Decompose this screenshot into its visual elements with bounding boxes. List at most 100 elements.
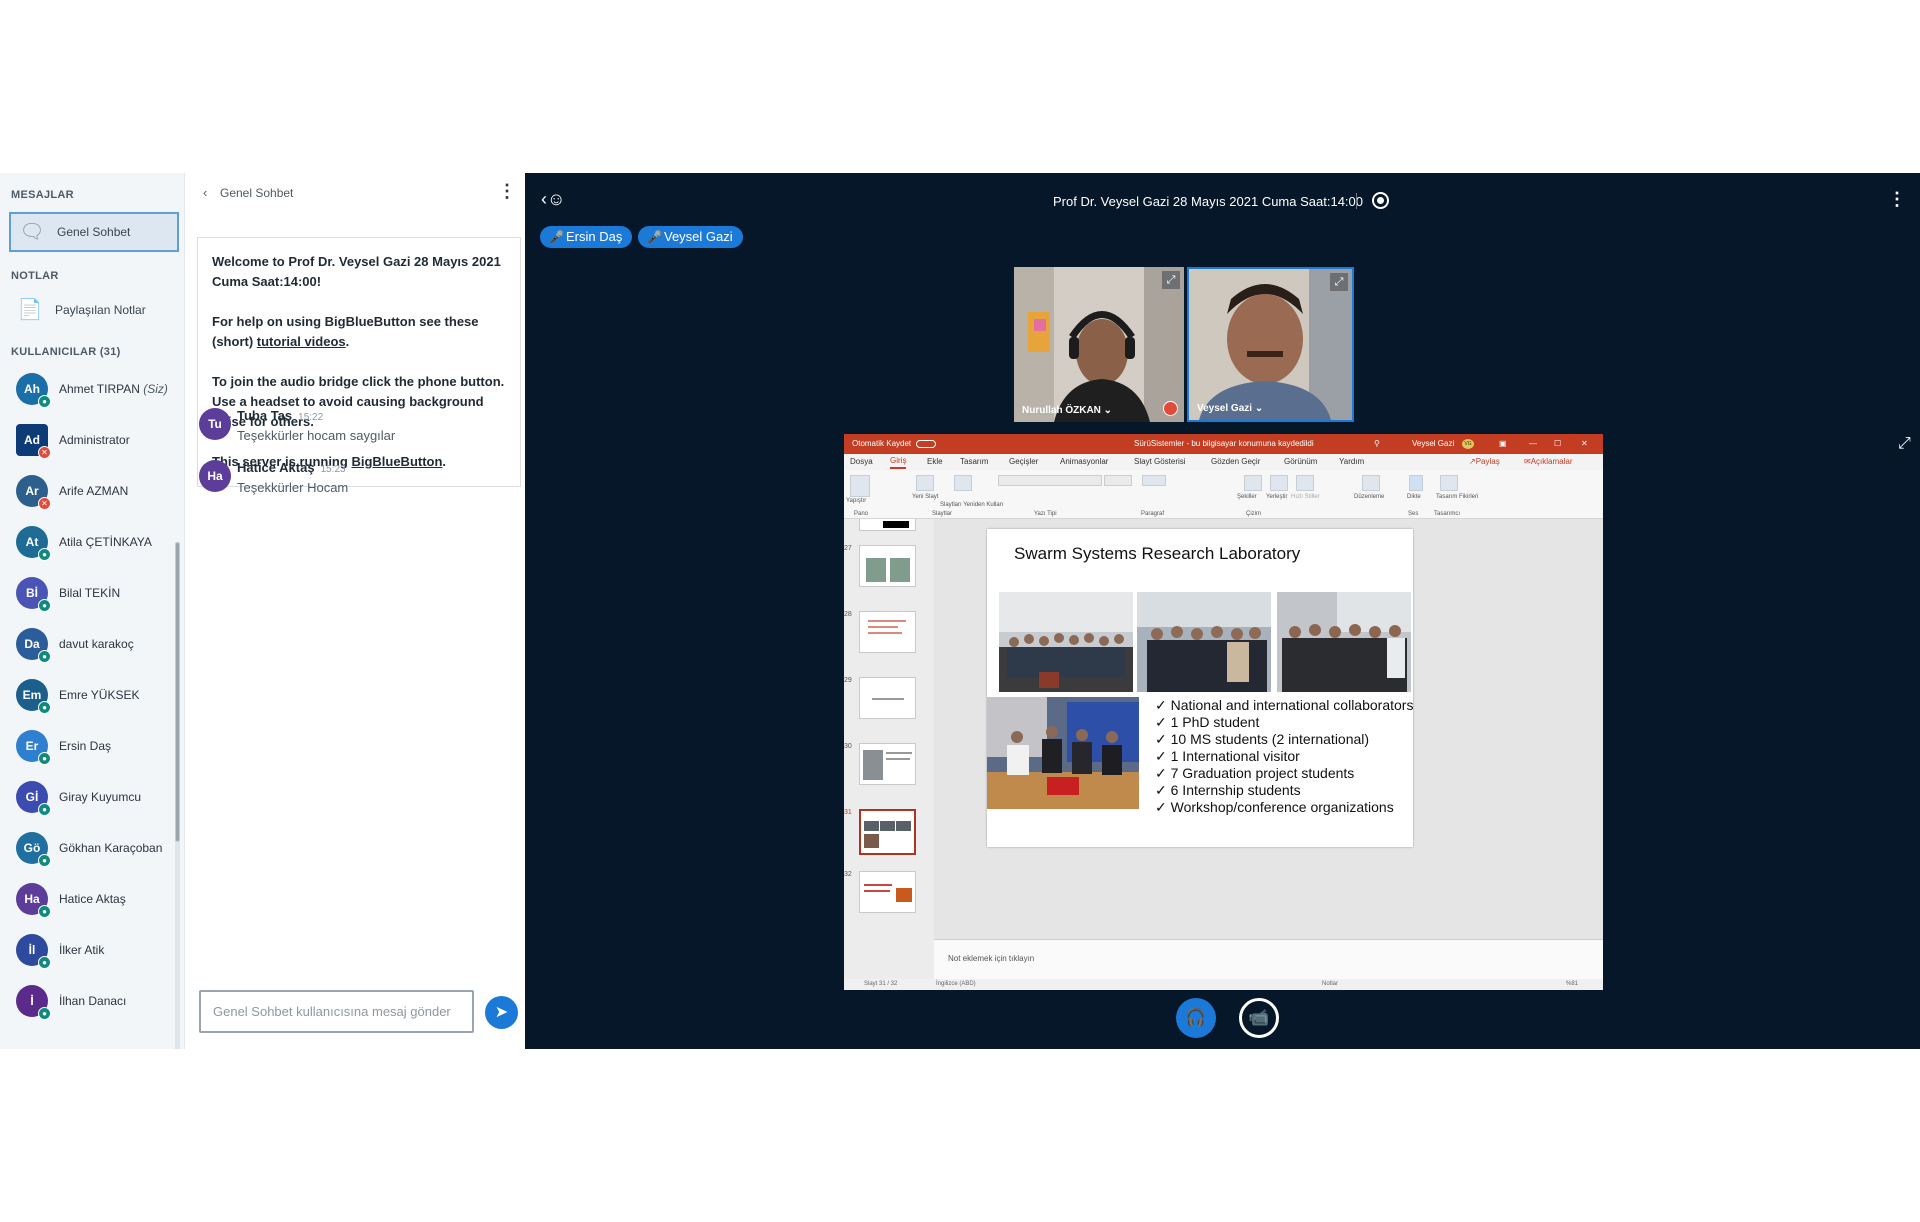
webcam-video[interactable]: ⤢ Nurullah ÖZKAN ⌄ bbox=[1014, 267, 1184, 422]
chat-message: Ha Hatice Aktaş 15:23 Teşekkürler Hocam bbox=[199, 460, 519, 510]
paste-icon[interactable] bbox=[850, 475, 870, 497]
notes-pane[interactable]: Not eklemek için tıklayın bbox=[934, 939, 1603, 980]
ribbon-display-icon[interactable]: ▣ bbox=[1499, 434, 1507, 454]
tutorial-link[interactable]: tutorial videos bbox=[257, 334, 346, 349]
fullscreen-icon[interactable]: ⤢ bbox=[1330, 273, 1348, 291]
comments-button[interactable]: ✉ Açıklamalar bbox=[1524, 454, 1573, 470]
user-list-item[interactable]: Bİ ● Bilal TEKİN bbox=[0, 573, 178, 623]
menu-slayt-gosterisi[interactable]: Slayt Gösterisi bbox=[1134, 454, 1186, 470]
menu-gorunum[interactable]: Görünüm bbox=[1284, 454, 1317, 470]
menu-gozden-gecir[interactable]: Gözden Geçir bbox=[1211, 454, 1260, 470]
user-list-item[interactable]: At ● Atila ÇETİNKAYA bbox=[0, 522, 178, 572]
menu-gecisler[interactable]: Geçişler bbox=[1009, 454, 1038, 470]
close-icon[interactable]: ✕ bbox=[1581, 434, 1588, 454]
autosave-toggle[interactable] bbox=[916, 440, 936, 448]
shared-notes-entry[interactable]: 📄 Paylaşılan Notlar bbox=[9, 292, 179, 332]
user-list-scrollbar[interactable] bbox=[175, 542, 180, 1049]
shapes-icon[interactable] bbox=[1244, 475, 1262, 491]
user-list-item[interactable]: Gİ ● Giray Kuyumcu bbox=[0, 777, 178, 827]
chevron-left-icon[interactable]: ‹ bbox=[203, 185, 207, 200]
user-list-item[interactable]: İ ● İlhan Danacı bbox=[0, 981, 178, 1031]
menu-ekle[interactable]: Ekle bbox=[927, 454, 943, 470]
search-icon[interactable]: ⚲ bbox=[1374, 434, 1380, 454]
screenshare-powerpoint[interactable]: Otomatik Kaydet SürüSistemler - bu bilgi… bbox=[844, 434, 1603, 990]
talker-name: Veysel Gazi bbox=[664, 229, 733, 244]
list-icon[interactable] bbox=[1142, 475, 1166, 486]
audio-button[interactable]: 🎧 bbox=[1176, 998, 1216, 1038]
user-list-item[interactable]: Ar ✕ Arife AZMAN bbox=[0, 471, 178, 521]
user-list-item[interactable]: Ah ● Ahmet TIRPAN (Siz) bbox=[0, 369, 178, 419]
menu-animasyonlar[interactable]: Animasyonlar bbox=[1060, 454, 1108, 470]
bullet-text: 1 International visitor bbox=[1170, 748, 1300, 764]
user-name-text: Giray Kuyumcu bbox=[59, 790, 142, 804]
arrange-icon[interactable] bbox=[1270, 475, 1288, 491]
slide-bullet-list: ✓ National and international collaborato… bbox=[1155, 697, 1413, 816]
design-ideas-icon[interactable] bbox=[1440, 475, 1458, 491]
font-name-field[interactable] bbox=[998, 475, 1102, 486]
minimize-icon[interactable]: — bbox=[1529, 434, 1537, 454]
new-slide-icon[interactable] bbox=[916, 475, 934, 491]
slide-thumbnail[interactable] bbox=[859, 611, 916, 653]
share-webcam-button[interactable]: 📹 bbox=[1239, 998, 1279, 1038]
editing-icon[interactable] bbox=[1362, 475, 1380, 491]
share-button[interactable]: ↗ Paylaş bbox=[1469, 454, 1500, 470]
user-name: Atila ÇETİNKAYA bbox=[59, 535, 152, 549]
record-icon[interactable] bbox=[1372, 192, 1389, 209]
webcam-video-active[interactable]: ⤢ Veysel Gazi ⌄ bbox=[1187, 267, 1354, 422]
talking-indicator[interactable]: 🎤 Ersin Daş bbox=[540, 226, 633, 248]
scrollbar-thumb[interactable] bbox=[175, 542, 180, 842]
reuse-slides-icon[interactable] bbox=[954, 475, 972, 491]
muted-icon bbox=[1163, 401, 1178, 416]
status-notes[interactable]: Notlar bbox=[1322, 979, 1338, 990]
user-list-item[interactable]: Ad ✕ Administrator bbox=[0, 420, 178, 470]
slide-thumbnail[interactable] bbox=[859, 677, 916, 719]
chat-title[interactable]: Genel Sohbet bbox=[220, 186, 293, 200]
user-name-text: Hatice Aktaş bbox=[59, 892, 126, 906]
talker-name: Ersin Daş bbox=[566, 229, 623, 244]
quick-styles-icon[interactable] bbox=[1296, 475, 1314, 491]
user-list-item[interactable]: Er ● Ersin Daş bbox=[0, 726, 178, 776]
user-list-item[interactable]: Ha ● Hatice Aktaş bbox=[0, 879, 178, 929]
user-name-text: Ersin Daş bbox=[59, 739, 112, 753]
message-time: 15:23 bbox=[320, 464, 346, 475]
microphone-icon: 🎤 bbox=[647, 230, 662, 244]
avatar: Ha bbox=[199, 460, 231, 492]
design-ideas-label: Tasarım Fikirleri bbox=[1436, 494, 1479, 500]
group-cizim: Çizim bbox=[1246, 511, 1261, 517]
fullscreen-icon[interactable]: ⤢ bbox=[1162, 271, 1180, 289]
menu-giris[interactable]: Giriş bbox=[890, 454, 907, 469]
menu-tasarim[interactable]: Tasarım bbox=[960, 454, 988, 470]
user-name: Ahmet TIRPAN (Siz) bbox=[59, 382, 168, 396]
slide-thumbnail[interactable] bbox=[859, 743, 916, 785]
menu-yardim[interactable]: Yardım bbox=[1339, 454, 1364, 470]
message-text: Teşekkürler hocam saygılar bbox=[237, 428, 396, 443]
font-size-field[interactable] bbox=[1104, 475, 1132, 486]
menu-dosya[interactable]: Dosya bbox=[850, 454, 873, 470]
chat-options-icon[interactable]: ⋮ bbox=[498, 181, 516, 202]
slide-number: 32 bbox=[844, 871, 852, 878]
slide-thumbnail[interactable] bbox=[859, 871, 916, 913]
bullet-text: Workshop/conference organizations bbox=[1170, 799, 1394, 815]
user-list-item[interactable]: İl ● İlker Atik bbox=[0, 930, 178, 980]
status-zoom[interactable]: %81 bbox=[1566, 979, 1578, 990]
slide-thumbnail[interactable] bbox=[859, 545, 916, 587]
chat-message-input[interactable]: Genel Sohbet kullanıcısına mesaj gönder bbox=[199, 990, 474, 1033]
public-chat-entry[interactable]: 🗨 Genel Sohbet bbox=[9, 212, 179, 252]
send-button[interactable]: ➤ bbox=[485, 996, 518, 1029]
user-list-item[interactable]: Da ● davut karakoç bbox=[0, 624, 178, 674]
fullscreen-presentation-icon[interactable]: ⤢ bbox=[1898, 435, 1911, 453]
user-list-panel: MESAJLAR 🗨 Genel Sohbet NOTLAR 📄 Paylaşı… bbox=[0, 173, 184, 1049]
you-suffix: (Siz) bbox=[143, 382, 168, 396]
user-list-item[interactable]: Gö ● Gökhan Karaçoban bbox=[0, 828, 178, 878]
slide-thumbnail[interactable] bbox=[859, 519, 916, 531]
user-name: Hatice Aktaş bbox=[59, 892, 126, 906]
listen-only-icon: ● bbox=[38, 752, 51, 765]
slide-thumbnail-selected[interactable] bbox=[859, 809, 916, 855]
maximize-icon[interactable]: ☐ bbox=[1554, 434, 1561, 454]
dictate-icon[interactable] bbox=[1409, 475, 1423, 491]
listen-only-icon: ● bbox=[38, 956, 51, 969]
current-slide[interactable]: Swarm Systems Research Laboratory ✓ Nati… bbox=[987, 529, 1413, 847]
user-list-item[interactable]: Em ● Emre YÜKSEK bbox=[0, 675, 178, 725]
options-menu-icon[interactable]: ⋮ bbox=[1888, 189, 1906, 210]
talking-indicator[interactable]: 🎤 Veysel Gazi bbox=[638, 226, 743, 248]
